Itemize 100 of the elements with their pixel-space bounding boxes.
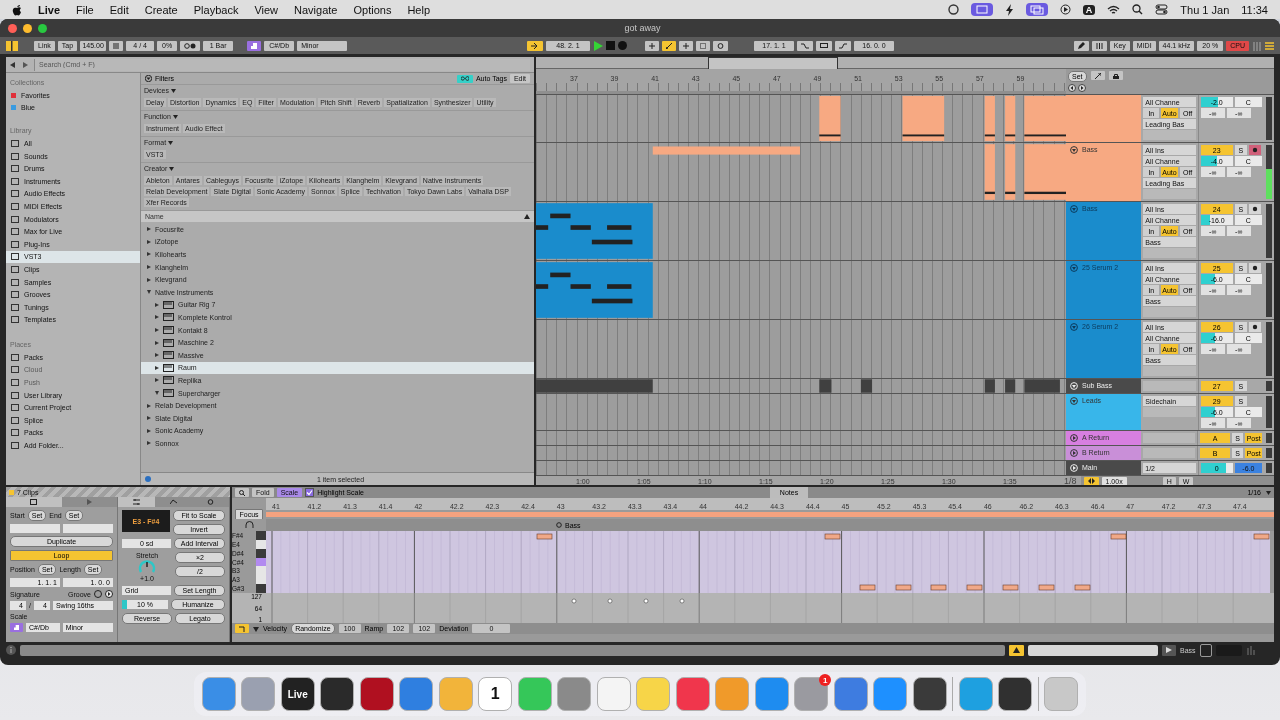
app-icon[interactable] <box>320 677 355 711</box>
clip[interactable] <box>1024 379 1060 393</box>
expand-arrow-icon[interactable] <box>155 315 159 320</box>
keyboard-icon[interactable] <box>1091 40 1107 51</box>
next-icon[interactable] <box>1078 84 1086 92</box>
expand-arrow-icon[interactable] <box>155 302 159 307</box>
arm-button[interactable] <box>1248 145 1261 155</box>
fold-circle-icon[interactable] <box>1070 434 1078 442</box>
expand-arrow-icon[interactable] <box>155 340 159 345</box>
circle-icon[interactable] <box>947 4 959 15</box>
stop-icon[interactable] <box>605 41 615 50</box>
caret-icon[interactable] <box>168 141 174 145</box>
expand-arrow-icon[interactable] <box>147 428 151 433</box>
clip[interactable] <box>860 379 873 393</box>
metronome-icon[interactable] <box>180 40 201 51</box>
clip[interactable] <box>819 379 832 393</box>
filter-icon[interactable] <box>145 75 152 82</box>
plus-icon[interactable] <box>644 40 659 51</box>
expand-arrow-icon[interactable] <box>147 239 151 244</box>
fold-circle-icon[interactable] <box>1070 264 1078 272</box>
fold-circle-icon[interactable] <box>1070 397 1078 405</box>
screens-icon[interactable] <box>1025 3 1048 16</box>
arm-button[interactable] <box>1248 322 1261 332</box>
plus-icon[interactable] <box>678 40 693 51</box>
clip[interactable] <box>819 95 841 142</box>
app-icon[interactable] <box>912 677 947 711</box>
velocity-icon[interactable] <box>235 624 249 633</box>
fold-circle-icon[interactable] <box>1070 323 1078 331</box>
nudge-icon[interactable] <box>109 40 124 51</box>
expand-arrow-icon[interactable] <box>155 378 159 383</box>
app-icon[interactable]: Live <box>280 677 315 711</box>
expand-arrow-icon[interactable] <box>147 403 151 408</box>
clip[interactable] <box>536 203 653 259</box>
expand-arrow-icon[interactable] <box>155 365 159 370</box>
crossfade-icon[interactable] <box>1083 476 1099 485</box>
loop-icon[interactable] <box>712 40 728 51</box>
record-icon[interactable] <box>617 41 627 50</box>
menu-item[interactable]: Live <box>38 3 60 16</box>
clip-tab[interactable] <box>6 497 62 507</box>
menu-item[interactable]: Options <box>353 3 392 16</box>
zoom-button[interactable] <box>38 23 47 33</box>
scale-icon[interactable] <box>10 623 23 632</box>
end-field[interactable] <box>63 524 113 533</box>
close-button[interactable] <box>8 23 17 33</box>
piano-key[interactable] <box>256 548 266 558</box>
clip[interactable] <box>1005 144 1016 200</box>
expand-arrow-icon[interactable] <box>155 328 159 333</box>
app-icon[interactable] <box>998 677 1033 711</box>
app-icon[interactable]: 1 <box>478 677 513 711</box>
play-circle-icon[interactable] <box>1059 4 1071 15</box>
caret-icon[interactable] <box>170 89 176 93</box>
window-icon[interactable] <box>970 3 993 16</box>
menu-item[interactable]: Edit <box>109 3 129 16</box>
warning-icon[interactable] <box>1009 644 1024 656</box>
expand-arrow-icon[interactable] <box>147 265 151 270</box>
automation-arm-icon[interactable] <box>661 40 676 51</box>
clip[interactable] <box>536 262 653 318</box>
menu-item[interactable]: File <box>76 3 94 16</box>
search-icon[interactable] <box>235 488 249 497</box>
mpe-tab[interactable] <box>192 497 229 507</box>
layout-icon[interactable] <box>6 40 18 51</box>
clip[interactable] <box>984 379 995 393</box>
arm-button[interactable] <box>1248 204 1261 214</box>
search-icon[interactable] <box>1132 4 1144 15</box>
fold-circle-icon[interactable] <box>1070 205 1078 213</box>
expand-arrow-icon[interactable] <box>147 290 151 295</box>
fold-circle-icon[interactable] <box>1070 146 1078 154</box>
expand-arrow-icon[interactable] <box>155 391 159 395</box>
play-button[interactable] <box>1162 644 1176 656</box>
clip[interactable] <box>1005 95 1016 142</box>
punch-in-icon[interactable] <box>796 40 813 51</box>
loop-switch-icon[interactable] <box>815 40 832 51</box>
pencil-icon[interactable] <box>1073 40 1089 51</box>
wifi-icon[interactable] <box>1107 4 1121 15</box>
hot-swap-icon[interactable] <box>94 590 102 598</box>
minimize-button[interactable] <box>23 23 32 33</box>
clip[interactable] <box>1024 95 1066 142</box>
app-icon[interactable]: 1 <box>794 677 829 711</box>
expand-arrow-icon[interactable] <box>155 353 159 358</box>
clip[interactable] <box>902 95 945 142</box>
play-icon[interactable] <box>592 40 603 51</box>
arrow-circle-icon[interactable] <box>105 590 113 598</box>
control-center-icon[interactable] <box>1155 4 1169 15</box>
clip[interactable] <box>984 95 995 142</box>
piano-key[interactable] <box>256 575 266 585</box>
caret-icon[interactable] <box>172 115 178 119</box>
midi-note[interactable] <box>1110 533 1127 540</box>
input-source-indicator[interactable]: A <box>1082 4 1096 15</box>
clip[interactable] <box>652 146 800 155</box>
apple-logo-icon[interactable] <box>12 3 22 16</box>
checkbox[interactable] <box>305 488 315 497</box>
clip[interactable] <box>536 379 653 393</box>
clip[interactable] <box>984 144 995 200</box>
fold-circle-icon[interactable] <box>1070 449 1078 457</box>
menu-item[interactable]: View <box>254 3 279 16</box>
info-icon[interactable] <box>6 645 16 655</box>
expand-arrow-icon[interactable] <box>147 227 151 232</box>
capture-icon[interactable] <box>695 40 710 51</box>
expand-icon[interactable] <box>1090 71 1105 80</box>
piano-key[interactable] <box>256 539 266 549</box>
